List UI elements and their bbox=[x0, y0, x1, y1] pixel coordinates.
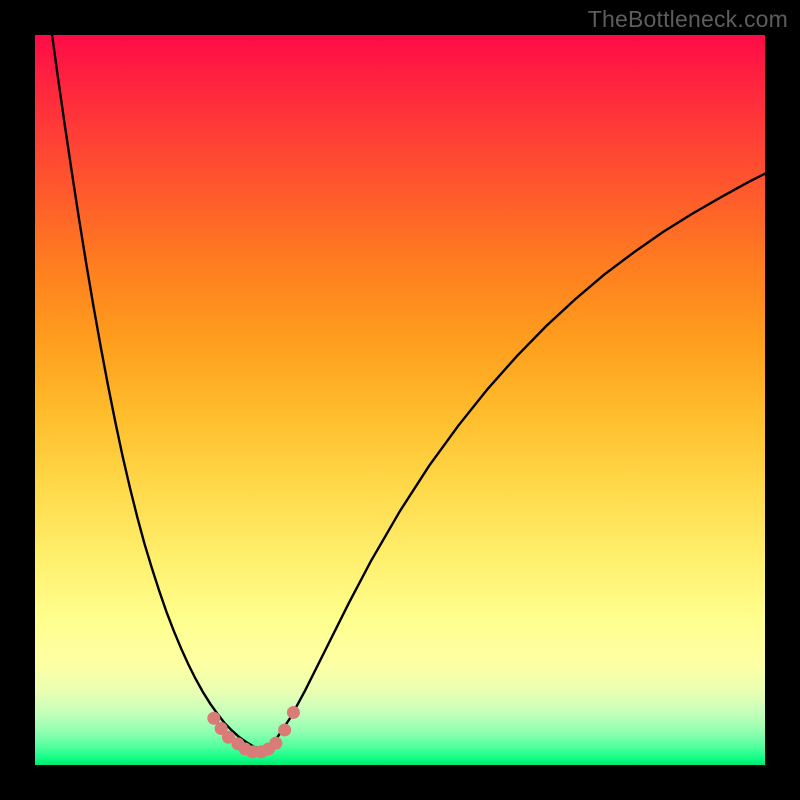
chart-frame: TheBottleneck.com bbox=[0, 0, 800, 800]
marker-dot bbox=[278, 723, 291, 736]
curve-layer bbox=[35, 35, 765, 765]
marker-dot bbox=[269, 737, 282, 750]
marker-dot bbox=[287, 706, 300, 719]
bottleneck-curve bbox=[35, 35, 765, 750]
watermark-text: TheBottleneck.com bbox=[588, 6, 788, 33]
minimum-markers bbox=[207, 706, 300, 758]
plot-area bbox=[35, 35, 765, 765]
